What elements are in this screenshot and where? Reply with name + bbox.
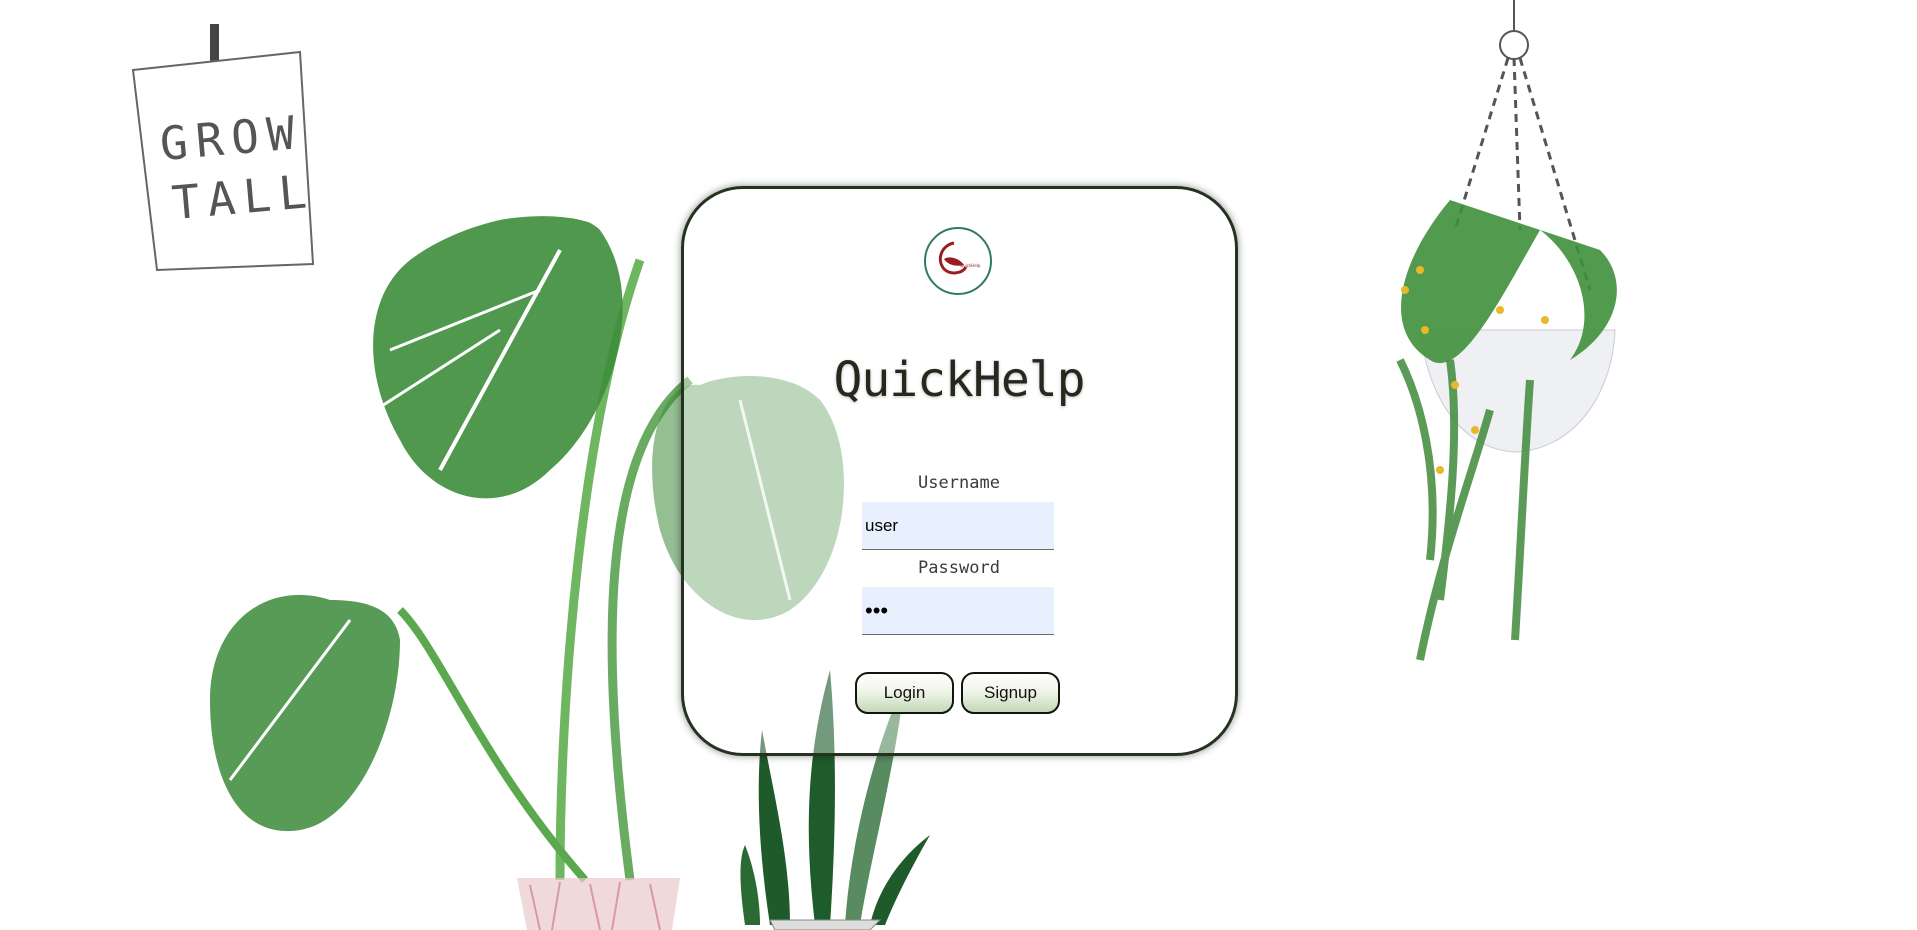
hanging-plant xyxy=(1396,0,1617,661)
login-button[interactable]: Login xyxy=(855,672,954,714)
username-label: Username xyxy=(918,473,1000,493)
pink-pot xyxy=(517,878,680,930)
app-title: QuickHelp xyxy=(833,352,1085,408)
grow-tall-note: GROW TALL xyxy=(131,24,317,272)
username-input[interactable] xyxy=(862,502,1054,550)
leaf-logo-icon: QuickHelp xyxy=(938,241,981,275)
signup-button[interactable]: Signup xyxy=(961,672,1060,714)
password-input[interactable] xyxy=(862,587,1054,635)
password-label: Password xyxy=(918,558,1000,578)
logo-text: QuickHelp xyxy=(960,263,981,268)
app-logo: QuickHelp xyxy=(924,227,992,295)
